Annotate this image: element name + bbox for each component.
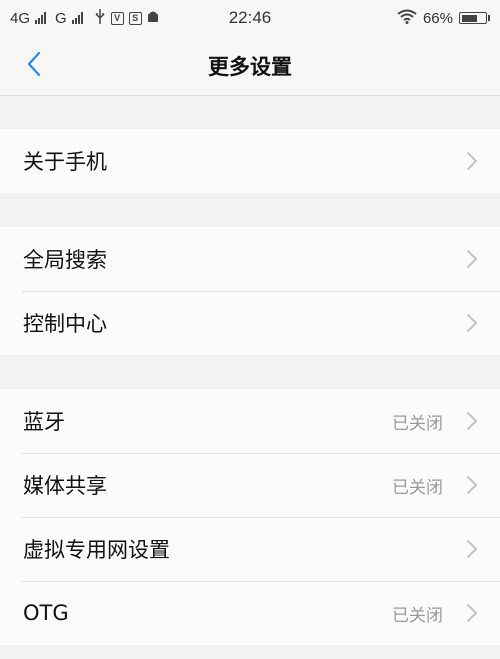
title-bar: 更多设置 [0, 36, 500, 96]
chevron-right-icon [466, 313, 478, 333]
vpn-settings-item[interactable]: 虚拟专用网设置 [0, 517, 500, 581]
chevron-right-icon [466, 539, 478, 559]
global-search-item[interactable]: 全局搜索 [0, 227, 500, 291]
chevron-left-icon [27, 51, 41, 81]
chevron-right-icon [466, 249, 478, 269]
bluetooth-status: 已关闭 [392, 413, 443, 434]
vpn-settings-label: 虚拟专用网设置 [23, 538, 170, 562]
control-center-item[interactable]: 控制中心 [0, 291, 500, 355]
wifi-icon [397, 9, 417, 28]
page-title: 更多设置 [208, 55, 292, 79]
about-phone-label: 关于手机 [23, 150, 107, 174]
settings-group-connections: 蓝牙 已关闭 媒体共享 已关闭 虚拟专用网设置 OTG 已关闭 [0, 389, 500, 645]
control-center-label: 控制中心 [23, 312, 107, 336]
settings-group-general: 全局搜索 控制中心 [0, 227, 500, 355]
otg-item[interactable]: OTG 已关闭 [0, 581, 500, 645]
battery-icon [459, 12, 490, 24]
back-button[interactable] [18, 50, 50, 82]
chevron-right-icon [466, 475, 478, 495]
battery-percent: 66% [422, 9, 453, 27]
global-search-label: 全局搜索 [23, 248, 107, 272]
status-right: 66% [397, 0, 490, 36]
bluetooth-item[interactable]: 蓝牙 已关闭 [0, 389, 500, 453]
media-share-item[interactable]: 媒体共享 已关闭 [0, 453, 500, 517]
status-bar: 4G G V S 22:46 66% [0, 0, 500, 36]
settings-group-about: 关于手机 [0, 129, 500, 193]
chevron-right-icon [466, 411, 478, 431]
about-phone-item[interactable]: 关于手机 [0, 129, 500, 193]
media-share-label: 媒体共享 [23, 474, 107, 498]
otg-status: 已关闭 [392, 605, 443, 626]
chevron-right-icon [466, 151, 478, 171]
bluetooth-label: 蓝牙 [23, 410, 65, 434]
media-share-status: 已关闭 [392, 477, 443, 498]
chevron-right-icon [466, 603, 478, 623]
otg-label: OTG [23, 601, 69, 625]
